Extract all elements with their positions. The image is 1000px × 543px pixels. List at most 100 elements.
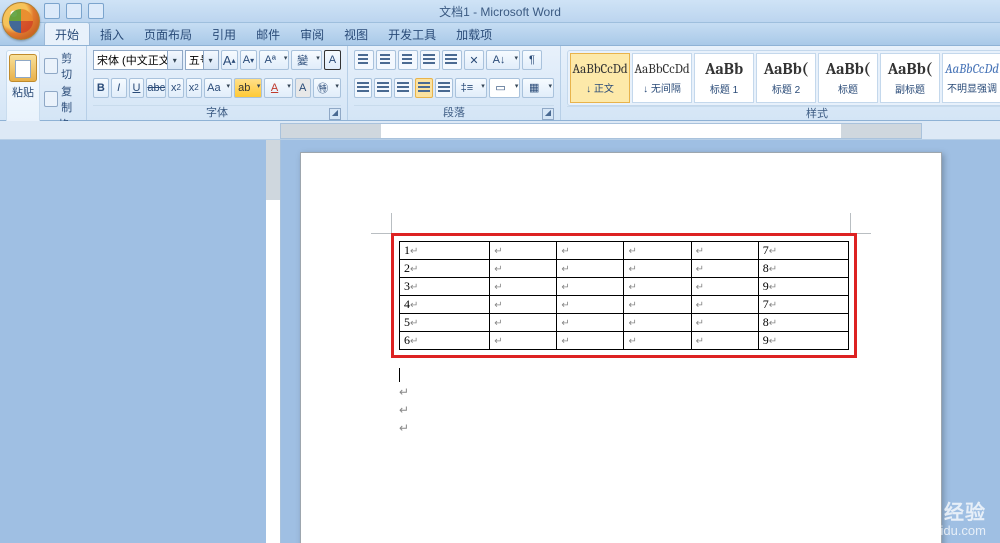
- table-cell[interactable]: ↵: [557, 278, 624, 296]
- table-row[interactable]: 6↵↵↵↵↵9↵: [400, 332, 849, 350]
- subscript-button[interactable]: x2: [168, 78, 184, 98]
- table-cell[interactable]: 4↵: [400, 296, 490, 314]
- italic-button[interactable]: I: [111, 78, 127, 98]
- enclose-characters-button[interactable]: ㊕: [313, 78, 341, 98]
- style-tile-3[interactable]: AaBb(标题 2: [756, 53, 816, 103]
- tab-references[interactable]: 引用: [202, 23, 246, 45]
- tab-view[interactable]: 视图: [334, 23, 378, 45]
- font-color-button[interactable]: A: [264, 78, 292, 98]
- line-spacing-button[interactable]: ‡≡: [455, 78, 487, 98]
- tab-home[interactable]: 开始: [44, 22, 90, 45]
- table-row[interactable]: 3↵↵↵↵↵9↵: [400, 278, 849, 296]
- copy-button[interactable]: 复制: [44, 83, 80, 115]
- style-tile-1[interactable]: AaBbCcDd↓ 无间隔: [632, 53, 692, 103]
- sort-button[interactable]: A↓: [486, 50, 520, 70]
- table-cell[interactable]: ↵: [490, 242, 557, 260]
- table-cell[interactable]: ↵: [691, 332, 758, 350]
- bold-button[interactable]: B: [93, 78, 109, 98]
- table-cell[interactable]: ↵: [691, 242, 758, 260]
- tab-developer[interactable]: 开发工具: [378, 23, 446, 45]
- shading-button[interactable]: ▭: [489, 78, 521, 98]
- decrease-indent-button[interactable]: [420, 50, 440, 70]
- highlight-button[interactable]: ab: [234, 78, 262, 98]
- office-button[interactable]: [2, 2, 40, 40]
- table-cell[interactable]: 2↵: [400, 260, 490, 278]
- character-border-button[interactable]: A: [324, 50, 341, 70]
- document-page[interactable]: 1↵↵↵↵↵7↵2↵↵↵↵↵8↵3↵↵↵↵↵9↵4↵↵↵↵↵7↵5↵↵↵↵↵8↵…: [300, 152, 942, 543]
- table-cell[interactable]: 9↵: [758, 332, 848, 350]
- table-cell[interactable]: ↵: [691, 278, 758, 296]
- table-cell[interactable]: 6↵: [400, 332, 490, 350]
- table-cell[interactable]: 7↵: [758, 242, 848, 260]
- chevron-down-icon[interactable]: ▾: [203, 51, 218, 69]
- bullets-button[interactable]: [354, 50, 374, 70]
- justify-button[interactable]: [415, 78, 433, 98]
- table-cell[interactable]: 8↵: [758, 260, 848, 278]
- table-cell[interactable]: ↵: [490, 314, 557, 332]
- table-cell[interactable]: ↵: [557, 260, 624, 278]
- table-cell[interactable]: ↵: [490, 332, 557, 350]
- table-cell[interactable]: ↵: [624, 314, 691, 332]
- table-cell[interactable]: ↵: [490, 296, 557, 314]
- table-cell[interactable]: 3↵: [400, 278, 490, 296]
- table-cell[interactable]: ↵: [624, 242, 691, 260]
- table-cell[interactable]: 8↵: [758, 314, 848, 332]
- table-cell[interactable]: ↵: [557, 242, 624, 260]
- qat-save-icon[interactable]: [44, 3, 60, 19]
- table-cell[interactable]: 9↵: [758, 278, 848, 296]
- paragraph-dialog-launcher[interactable]: ◢: [542, 108, 554, 120]
- table-row[interactable]: 2↵↵↵↵↵8↵: [400, 260, 849, 278]
- table-cell[interactable]: ↵: [691, 260, 758, 278]
- font-dialog-launcher[interactable]: ◢: [329, 108, 341, 120]
- shrink-font-button[interactable]: A▾: [240, 50, 257, 70]
- tab-insert[interactable]: 插入: [90, 23, 134, 45]
- font-size-combo[interactable]: 五号▾: [185, 50, 219, 70]
- vertical-ruler[interactable]: [266, 140, 281, 543]
- table-cell[interactable]: ↵: [691, 314, 758, 332]
- numbering-button[interactable]: [376, 50, 396, 70]
- tab-review[interactable]: 审阅: [290, 23, 334, 45]
- borders-button[interactable]: ▦: [522, 78, 554, 98]
- style-tile-5[interactable]: AaBb(副标题: [880, 53, 940, 103]
- phonetic-guide-button[interactable]: 變: [291, 50, 321, 70]
- document-table[interactable]: 1↵↵↵↵↵7↵2↵↵↵↵↵8↵3↵↵↵↵↵9↵4↵↵↵↵↵7↵5↵↵↵↵↵8↵…: [399, 241, 849, 350]
- horizontal-ruler[interactable]: [280, 123, 922, 139]
- clear-formatting-button[interactable]: Aª: [259, 50, 289, 70]
- styles-gallery[interactable]: AaBbCcDd↓ 正文AaBbCcDd↓ 无间隔AaBb标题 1AaBb(标题…: [567, 50, 1000, 106]
- distributed-button[interactable]: [435, 78, 453, 98]
- style-tile-0[interactable]: AaBbCcDd↓ 正文: [570, 53, 630, 103]
- qat-redo-icon[interactable]: [88, 3, 104, 19]
- asian-layout-button[interactable]: ✕: [464, 50, 484, 70]
- table-cell[interactable]: ↵: [557, 296, 624, 314]
- table-cell[interactable]: ↵: [691, 296, 758, 314]
- tab-addins[interactable]: 加载项: [446, 23, 502, 45]
- multilevel-list-button[interactable]: [398, 50, 418, 70]
- show-marks-button[interactable]: ¶: [522, 50, 542, 70]
- table-cell[interactable]: ↵: [557, 332, 624, 350]
- superscript-button[interactable]: x2: [186, 78, 202, 98]
- tab-mailings[interactable]: 邮件: [246, 23, 290, 45]
- font-name-combo[interactable]: 宋体 (中文正文)▾: [93, 50, 183, 70]
- strikethrough-button[interactable]: abc: [146, 78, 166, 98]
- tab-layout[interactable]: 页面布局: [134, 23, 202, 45]
- grow-font-button[interactable]: A▴: [221, 50, 238, 70]
- table-row[interactable]: 1↵↵↵↵↵7↵: [400, 242, 849, 260]
- table-cell[interactable]: ↵: [490, 260, 557, 278]
- table-cell[interactable]: 7↵: [758, 296, 848, 314]
- table-cell[interactable]: 5↵: [400, 314, 490, 332]
- table-cell[interactable]: ↵: [490, 278, 557, 296]
- table-cell[interactable]: ↵: [557, 314, 624, 332]
- table-row[interactable]: 5↵↵↵↵↵8↵: [400, 314, 849, 332]
- style-tile-2[interactable]: AaBb标题 1: [694, 53, 754, 103]
- increase-indent-button[interactable]: [442, 50, 462, 70]
- align-center-button[interactable]: [374, 78, 392, 98]
- table-cell[interactable]: 1↵: [400, 242, 490, 260]
- style-tile-6[interactable]: AaBbCcDd不明显强调: [942, 53, 1000, 103]
- style-tile-4[interactable]: AaBb(标题: [818, 53, 878, 103]
- cut-button[interactable]: 剪切: [44, 50, 80, 82]
- table-cell[interactable]: ↵: [624, 260, 691, 278]
- change-case-button[interactable]: Aa: [204, 78, 232, 98]
- align-right-button[interactable]: [394, 78, 412, 98]
- qat-undo-icon[interactable]: [66, 3, 82, 19]
- chevron-down-icon[interactable]: ▾: [167, 51, 182, 69]
